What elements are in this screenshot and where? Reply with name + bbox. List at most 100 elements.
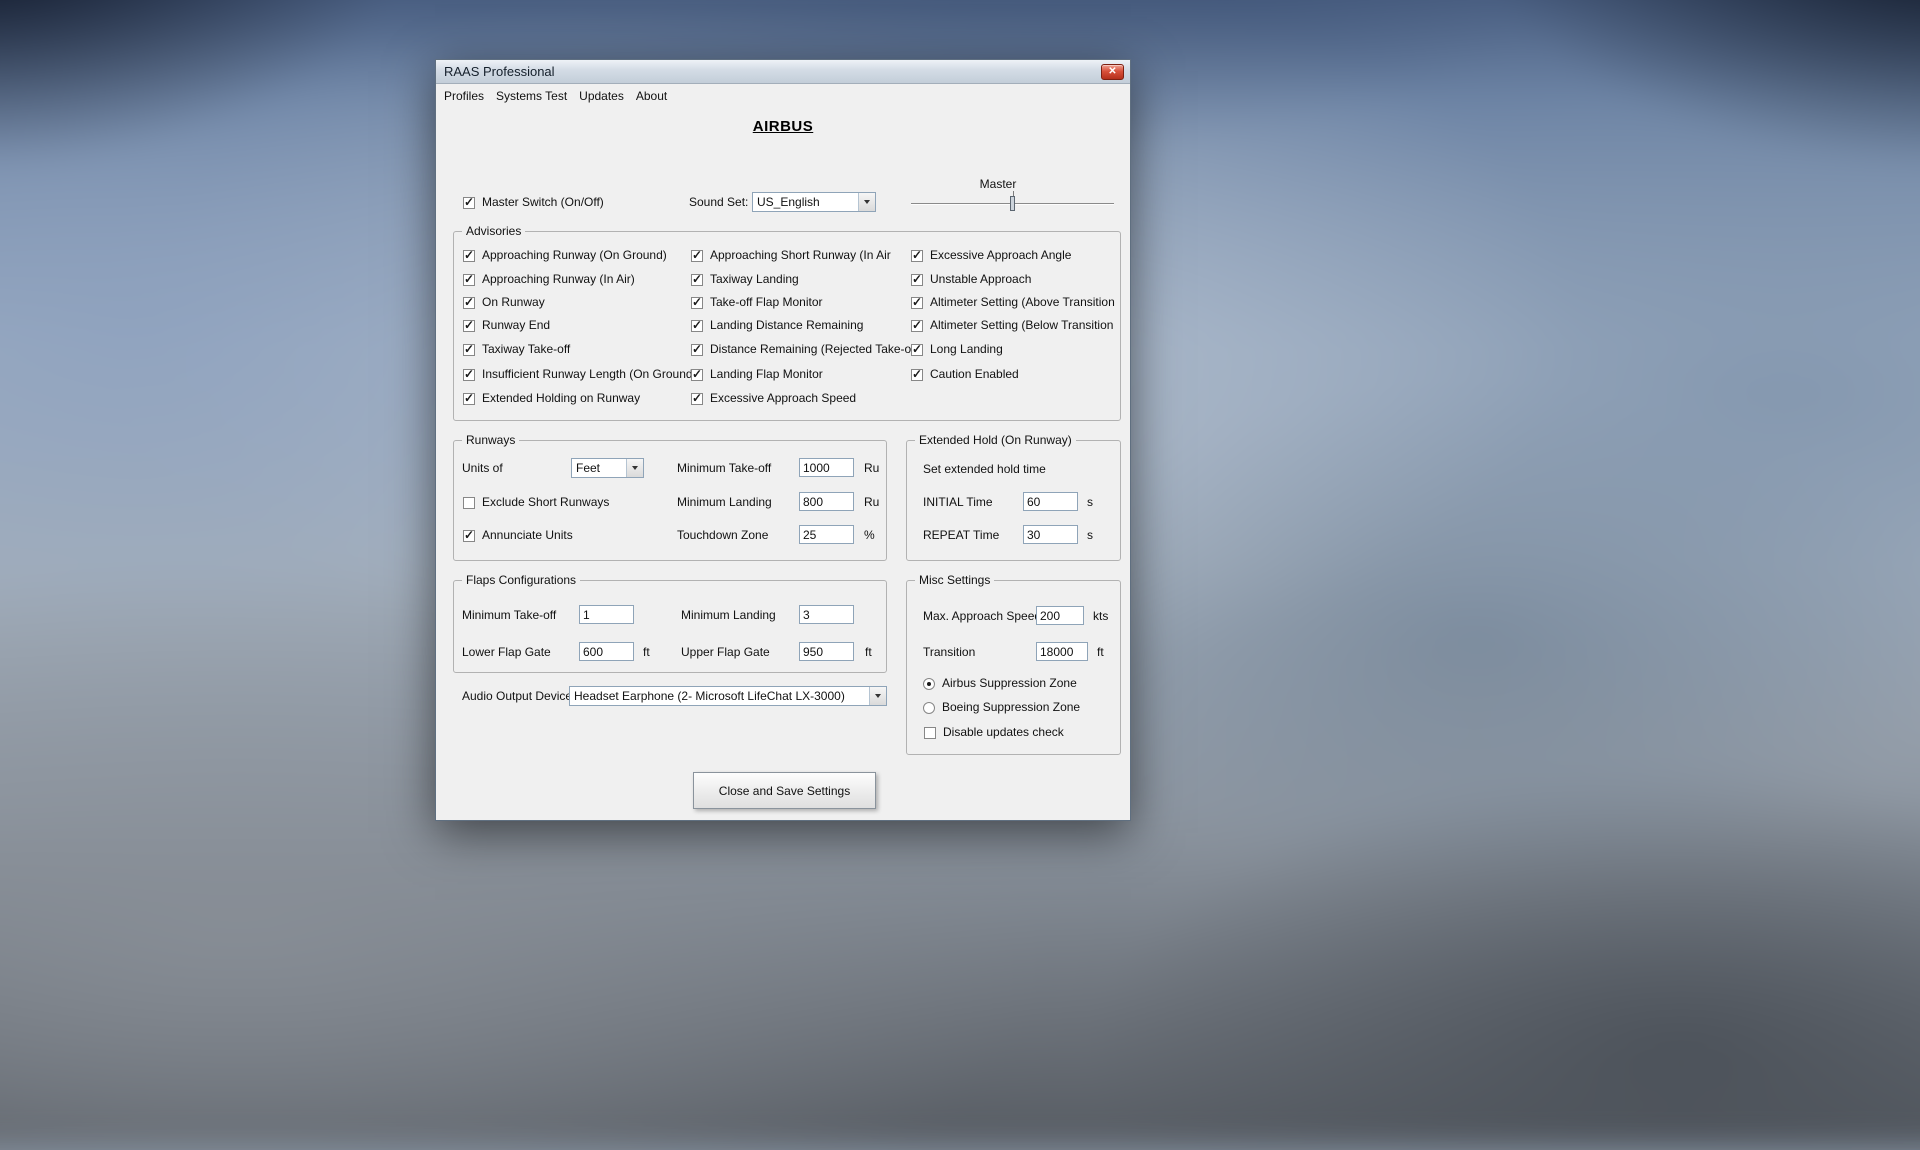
misc-settings-group-title: Misc Settings [915, 574, 994, 587]
checkbox-icon[interactable] [911, 250, 923, 262]
advisory-label: Landing Flap Monitor [710, 368, 823, 381]
chevron-down-icon[interactable] [858, 193, 875, 211]
units-value: Feet [572, 459, 626, 477]
advisory-label: Take-off Flap Monitor [710, 296, 823, 309]
advisory-checkbox-row[interactable]: Extended Holding on Runway [463, 392, 640, 405]
advisory-checkbox-row[interactable]: Take-off Flap Monitor [691, 296, 823, 309]
advisory-checkbox-row[interactable]: Landing Distance Remaining [691, 319, 863, 332]
advisory-checkbox-row[interactable]: Approaching Runway (On Ground) [463, 249, 667, 262]
checkbox-icon[interactable] [911, 369, 923, 381]
min-takeoff-runway-input[interactable] [799, 458, 854, 477]
advisory-label: Excessive Approach Speed [710, 392, 856, 405]
checkbox-icon[interactable] [691, 393, 703, 405]
flaps-group-title: Flaps Configurations [462, 574, 580, 587]
checkbox-icon[interactable] [691, 320, 703, 332]
checkbox-icon[interactable] [463, 497, 475, 509]
chevron-down-icon[interactable] [626, 459, 643, 477]
advisory-label: Approaching Runway (In Air) [482, 273, 635, 286]
menu-updates[interactable]: Updates [573, 86, 630, 106]
checkbox-icon[interactable] [463, 369, 475, 381]
checkbox-icon[interactable] [463, 320, 475, 332]
advisory-checkbox-row[interactable]: Landing Flap Monitor [691, 368, 823, 381]
advisory-label: Landing Distance Remaining [710, 319, 863, 332]
advisory-label: Caution Enabled [930, 368, 1019, 381]
repeat-time-input[interactable] [1023, 525, 1078, 544]
checkbox-icon[interactable] [691, 274, 703, 286]
transition-input[interactable] [1036, 642, 1088, 661]
master-switch-label: Master Switch (On/Off) [482, 196, 604, 209]
airbus-suppression-zone-label: Airbus Suppression Zone [942, 677, 1077, 690]
advisory-checkbox-row[interactable]: Insufficient Runway Length (On Ground) [463, 368, 697, 381]
advisory-checkbox-row[interactable]: Long Landing [911, 343, 1003, 356]
lower-flap-gate-input[interactable] [579, 642, 634, 661]
upper-flap-gate-input[interactable] [799, 642, 854, 661]
units-dropdown[interactable]: Feet [571, 458, 644, 478]
transition-unit: ft [1097, 646, 1104, 659]
advisory-checkbox-row[interactable]: Approaching Runway (In Air) [463, 273, 635, 286]
flaps-min-takeoff-input[interactable] [579, 605, 634, 624]
advisory-checkbox-row[interactable]: On Runway [463, 296, 545, 309]
sound-set-label: Sound Set: [689, 196, 748, 209]
radio-icon[interactable] [923, 678, 935, 690]
repeat-time-label: REPEAT Time [923, 529, 999, 542]
extended-hold-group-title: Extended Hold (On Runway) [915, 434, 1076, 447]
annunciate-units-checkbox-row[interactable]: Annunciate Units [463, 529, 573, 542]
master-switch-checkbox-row[interactable]: Master Switch (On/Off) [463, 196, 604, 209]
advisory-checkbox-row[interactable]: Altimeter Setting (Above Transition [911, 296, 1115, 309]
radio-icon[interactable] [923, 702, 935, 714]
advisory-checkbox-row[interactable]: Approaching Short Runway (In Air [691, 249, 891, 262]
advisory-checkbox-row[interactable]: Unstable Approach [911, 273, 1031, 286]
audio-output-device-dropdown[interactable]: Headset Earphone (2- Microsoft LifeChat … [569, 686, 887, 706]
checkbox-icon[interactable] [463, 250, 475, 262]
sound-set-dropdown[interactable]: US_English [752, 192, 876, 212]
units-label: Units of [462, 462, 503, 475]
initial-time-input[interactable] [1023, 492, 1078, 511]
checkbox-icon[interactable] [463, 530, 475, 542]
checkbox-icon[interactable] [691, 369, 703, 381]
checkbox-icon[interactable] [691, 250, 703, 262]
advisory-checkbox-row[interactable]: Excessive Approach Speed [691, 392, 856, 405]
close-button[interactable]: ✕ [1101, 64, 1124, 80]
boeing-suppression-zone-radio-row[interactable]: Boeing Suppression Zone [923, 701, 1080, 714]
max-approach-speed-input[interactable] [1036, 606, 1084, 625]
exclude-short-runways-checkbox-row[interactable]: Exclude Short Runways [463, 496, 609, 509]
checkbox-icon[interactable] [463, 297, 475, 309]
advisory-checkbox-row[interactable]: Altimeter Setting (Below Transition [911, 319, 1113, 332]
title-bar[interactable]: RAAS Professional [436, 60, 1130, 84]
volume-slider-label: Master [938, 178, 1058, 191]
flaps-min-landing-input[interactable] [799, 605, 854, 624]
checkbox-icon[interactable] [463, 393, 475, 405]
min-landing-runway-input[interactable] [799, 492, 854, 511]
airbus-suppression-zone-radio-row[interactable]: Airbus Suppression Zone [923, 677, 1077, 690]
advisory-checkbox-row[interactable]: Excessive Approach Angle [911, 249, 1071, 262]
min-landing-runway-unit: Ru [864, 496, 879, 509]
advisory-label: Distance Remaining (Rejected Take-off [710, 343, 918, 356]
advisories-group-title: Advisories [462, 225, 525, 238]
disable-updates-checkbox-row[interactable]: Disable updates check [924, 726, 1064, 739]
advisory-label: Taxiway Landing [710, 273, 799, 286]
runways-group-title: Runways [462, 434, 519, 447]
advisory-checkbox-row[interactable]: Caution Enabled [911, 368, 1019, 381]
checkbox-icon[interactable] [691, 344, 703, 356]
menu-systems-test[interactable]: Systems Test [490, 86, 573, 106]
advisory-label: Extended Holding on Runway [482, 392, 640, 405]
checkbox-icon[interactable] [691, 297, 703, 309]
advisory-checkbox-row[interactable]: Taxiway Take-off [463, 343, 570, 356]
checkbox-icon[interactable] [911, 320, 923, 332]
chevron-down-icon[interactable] [869, 687, 886, 705]
checkbox-icon[interactable] [463, 197, 475, 209]
menu-about[interactable]: About [630, 86, 673, 106]
checkbox-icon[interactable] [463, 274, 475, 286]
checkbox-icon[interactable] [924, 727, 936, 739]
checkbox-icon[interactable] [911, 274, 923, 286]
menu-profiles[interactable]: Profiles [438, 86, 490, 106]
checkbox-icon[interactable] [911, 297, 923, 309]
advisory-checkbox-row[interactable]: Runway End [463, 319, 550, 332]
advisory-checkbox-row[interactable]: Distance Remaining (Rejected Take-off [691, 343, 918, 356]
advisory-checkbox-row[interactable]: Taxiway Landing [691, 273, 799, 286]
touchdown-zone-input[interactable] [799, 525, 854, 544]
close-and-save-button[interactable]: Close and Save Settings [693, 772, 876, 809]
checkbox-icon[interactable] [463, 344, 475, 356]
checkbox-icon[interactable] [911, 344, 923, 356]
volume-slider-thumb[interactable] [1010, 196, 1015, 211]
